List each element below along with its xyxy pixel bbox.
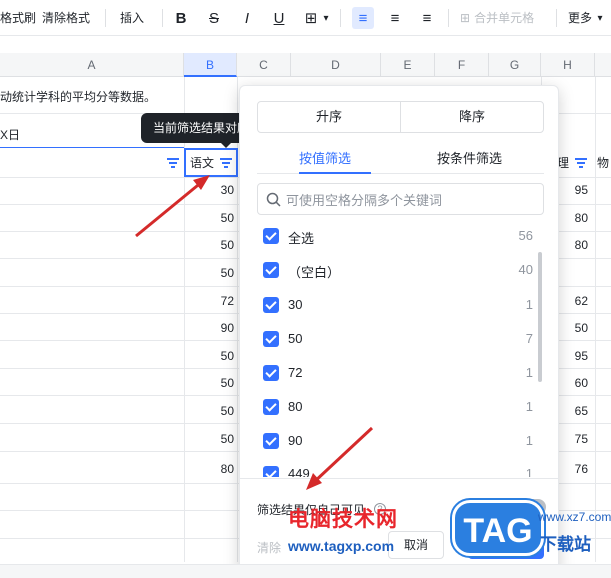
watermark-url: www.tagxp.com [288, 538, 395, 554]
watermark-site: www.xz7.com [538, 510, 611, 524]
arrow-to-footer-toggle [311, 426, 374, 485]
arrow-to-filter-icon [135, 179, 204, 238]
annotation-arrows [135, 175, 374, 490]
watermark-download: 下载站 [540, 535, 591, 554]
watermark-title: 电脑技术网 [288, 508, 398, 531]
tag-logo: TAG [452, 500, 544, 556]
horizontal-scrollbar[interactable] [0, 564, 611, 578]
